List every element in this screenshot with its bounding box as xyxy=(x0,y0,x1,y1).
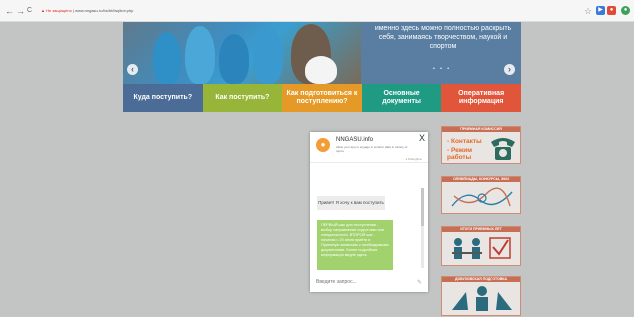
slide-caption: именно здесь можно полностью раскрыть се… xyxy=(374,25,512,50)
tab-operative-info[interactable]: Оперативная информация xyxy=(441,84,521,112)
banner-pre-university[interactable]: ДОВУЗОВСКАЯ ПОДГОТОВКА xyxy=(441,276,521,316)
slider-dots[interactable]: • • • xyxy=(433,66,451,72)
page-content: именно здесь можно полностью раскрыть се… xyxy=(0,22,634,317)
user-message: Привет! Я хочу к вам поступить xyxy=(317,196,385,210)
extension-play-icon[interactable]: ▶ xyxy=(596,6,605,15)
banner-schedule: - Режим работы xyxy=(447,147,473,161)
tab-how-to-prepare[interactable]: Как подготовиться к поступлению? xyxy=(282,84,362,112)
banner-title: ОЛИМПИАДЫ, КОНКУРСЫ, ЖКИ xyxy=(442,177,520,182)
main-nav-tabs: Куда поступить? Как поступить? Как подго… xyxy=(123,84,521,112)
extension-badge-icon[interactable]: ● xyxy=(607,6,616,15)
olympiad-illustration-icon xyxy=(451,187,513,207)
powered-by: ● Dialogflow xyxy=(405,157,423,161)
banner-contacts: - Контакты xyxy=(447,138,482,145)
tab-where-to-enroll[interactable]: Куда поступить? xyxy=(123,84,203,112)
banner-title: ДОВУЗОВСКАЯ ПОДГОТОВКА xyxy=(442,277,520,282)
phone-icon xyxy=(491,138,515,160)
results-icon xyxy=(452,237,511,259)
close-icon[interactable]: X xyxy=(419,133,425,143)
slide-photo xyxy=(123,22,361,84)
slider-next-button[interactable]: › xyxy=(504,64,515,75)
send-icon[interactable]: ✎ xyxy=(417,279,422,286)
header-divider xyxy=(310,162,428,163)
chat-title: NNGASU.info xyxy=(336,137,374,143)
bot-message: ПЕРВЫЙ шаг для поступления - выбор напра… xyxy=(317,220,393,270)
training-icon xyxy=(452,286,512,311)
chat-description: Allow your app to engage in smarter talk… xyxy=(336,145,408,153)
url-text: www.nngasu.ru/bs/bt/faq/bot.php xyxy=(75,8,134,13)
chat-input[interactable] xyxy=(310,272,428,292)
tab-main-documents[interactable]: Основные документы xyxy=(361,84,442,112)
forward-button[interactable]: → xyxy=(16,6,25,16)
browser-toolbar: ← → C ▲ Не защищено | www.nngasu.ru/bs/b… xyxy=(0,0,634,22)
bookmark-star-icon[interactable]: ☆ xyxy=(584,6,592,16)
back-button[interactable]: ← xyxy=(5,6,14,16)
address-bar[interactable]: ▲ Не защищено | www.nngasu.ru/bs/bt/faq/… xyxy=(38,5,568,17)
slider-prev-button[interactable]: ‹ xyxy=(127,64,138,75)
profile-avatar[interactable]: ● xyxy=(621,6,630,15)
scrollbar-thumb[interactable] xyxy=(421,188,424,226)
chat-scrollbar[interactable] xyxy=(421,188,424,268)
warning-icon: ▲ xyxy=(41,8,45,13)
bot-avatar-icon: ● xyxy=(316,138,330,152)
reload-button[interactable]: C xyxy=(27,6,32,16)
hero-slider: именно здесь можно полностью раскрыть се… xyxy=(123,22,521,84)
tab-how-to-enroll[interactable]: Как поступить? xyxy=(202,84,283,112)
chat-widget: ● NNGASU.info Allow your app to engage i… xyxy=(310,132,428,292)
banner-admission-committee[interactable]: ПРИЕМНАЯ КОМИССИЯ - Контакты - Режим раб… xyxy=(441,126,521,164)
banner-olympiads[interactable]: ОЛИМПИАДЫ, КОНКУРСЫ, ЖКИ xyxy=(441,176,521,214)
chat-header: ● NNGASU.info Allow your app to engage i… xyxy=(310,132,428,177)
banner-admission-results[interactable]: ИТОГИ ПРИЕМНЫХ ЛЕТ xyxy=(441,226,521,266)
security-warning: Не защищено xyxy=(46,8,72,13)
banner-title: ИТОГИ ПРИЕМНЫХ ЛЕТ xyxy=(442,227,520,232)
